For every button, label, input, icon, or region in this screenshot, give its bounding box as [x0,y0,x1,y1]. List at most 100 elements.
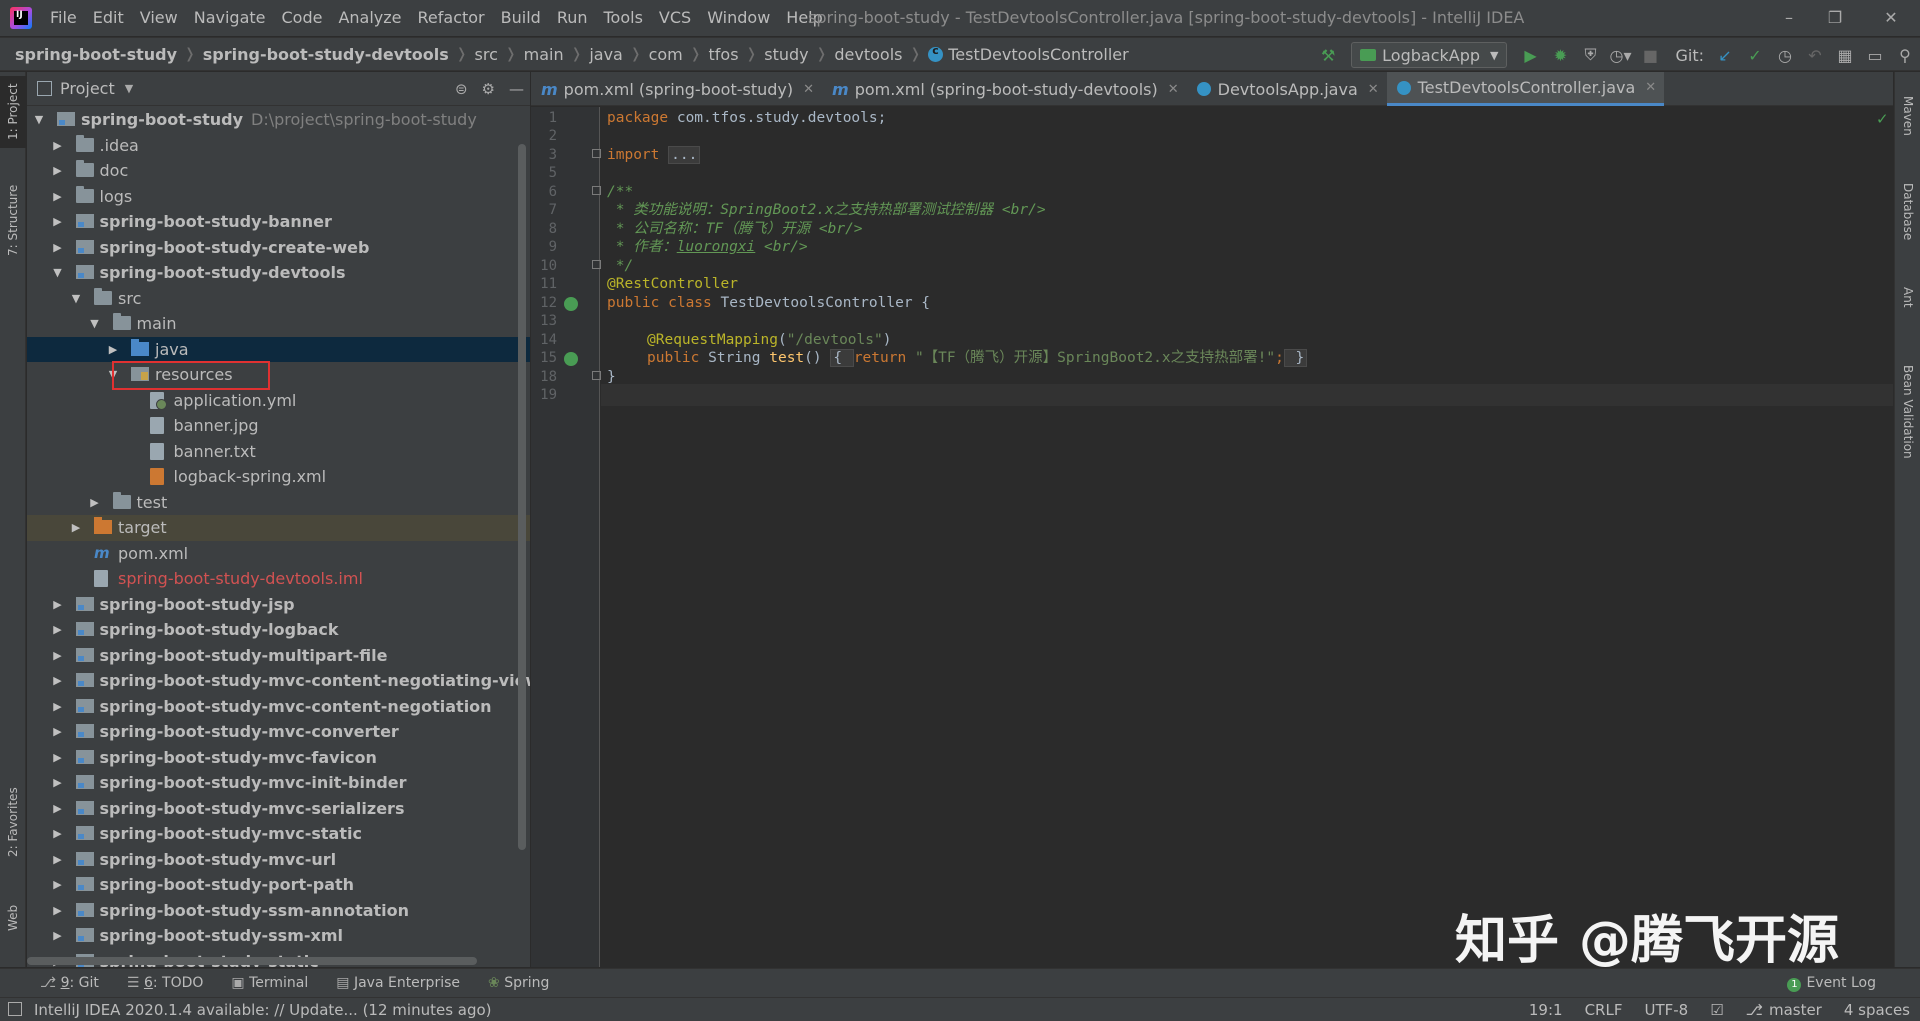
status-message[interactable]: IntelliJ IDEA 2020.1.4 available: // Upd… [34,1001,492,1019]
editor-tab[interactable]: DevtoolsApp.java ✕ [1187,72,1387,106]
tree-node[interactable]: ▼ spring-boot-study D:\project\spring-boot… [27,107,530,133]
breadcrumb-item[interactable]: src [470,45,503,64]
tree-node[interactable]: ▶ spring-boot-study-mvc-content-negotiati… [27,668,530,694]
stop-icon[interactable]: ■ [1635,40,1665,70]
run-icon[interactable]: ▶ [1515,40,1545,70]
tool-tab-structure[interactable]: 7: Structure [0,180,26,260]
tree-node[interactable]: ▶ spring-boot-study-create-web [27,235,530,261]
tree-node[interactable]: ▶ test [27,490,530,516]
collapse-arrow-icon[interactable]: ▶ [52,923,64,949]
git-rollback-icon[interactable]: ↶ [1800,40,1830,70]
tree-node[interactable]: ▶ .idea [27,133,530,159]
tool-tab-ant[interactable]: Ant [1895,272,1920,322]
tree-horizontal-scrollbar[interactable] [27,957,477,965]
project-view-selector[interactable]: Project [60,79,115,98]
tree-node[interactable]: m pom.xml [27,541,530,567]
menu-tools[interactable]: Tools [596,0,651,36]
tree-node[interactable]: ▶ spring-boot-study-mvc-init-binder [27,770,530,796]
expand-arrow-icon[interactable]: ▼ [52,260,64,286]
profile-icon[interactable]: ◷▾ [1605,40,1635,70]
tree-node[interactable]: ▼ spring-boot-study-devtools [27,260,530,286]
collapse-arrow-icon[interactable]: ▶ [52,847,64,873]
collapse-arrow-icon[interactable]: ▶ [52,158,64,184]
breadcrumb-item[interactable]: java [584,45,628,64]
tool-tab-favorites[interactable]: 2: Favorites [0,782,26,862]
collapse-arrow-icon[interactable]: ▶ [52,209,64,235]
tree-node[interactable]: spring-boot-study-devtools.iml [27,566,530,592]
panel-toggle-icon[interactable] [8,1002,22,1016]
indent-setting[interactable]: 4 spaces [1844,1001,1910,1019]
tree-node[interactable]: ▼ main [27,311,530,337]
breadcrumb-item[interactable]: spring-boot-study-devtools [198,45,454,64]
breadcrumb-item[interactable]: tfos [704,45,744,64]
close-window-button[interactable]: ✕ [1862,0,1920,36]
tool-tab-database[interactable]: Database [1895,172,1920,252]
menu-vcs[interactable]: VCS [651,0,699,36]
git-commit-icon[interactable]: ✓ [1740,40,1770,70]
tree-node[interactable]: ▶ spring-boot-study-mvc-favicon [27,745,530,771]
search-everywhere-icon[interactable]: ⚲ [1890,40,1920,70]
tree-node[interactable]: ▶ spring-boot-study-jsp [27,592,530,618]
menu-code[interactable]: Code [274,0,331,36]
tree-node[interactable]: ▶ spring-boot-study-mvc-content-negotiati… [27,694,530,720]
line-separator[interactable]: CRLF [1585,1001,1623,1019]
tree-node[interactable]: ▶ spring-boot-study-mvc-url [27,847,530,873]
request-mapping-gutter-icon[interactable] [564,352,578,366]
fold-marker-icon[interactable] [592,149,601,158]
collapse-arrow-icon[interactable]: ▶ [52,719,64,745]
fold-marker-icon[interactable] [592,260,601,269]
gear-icon[interactable]: ⚙ [482,80,495,98]
collapse-arrow-icon[interactable]: ▶ [52,235,64,261]
breadcrumb-item[interactable]: devtools [829,45,907,64]
tool-tab-maven[interactable]: Maven [1895,86,1920,146]
collapse-arrow-icon[interactable]: ▶ [52,898,64,924]
tree-node[interactable]: ▶ spring-boot-study-port-path [27,872,530,898]
expand-arrow-icon[interactable]: ▼ [70,286,82,312]
collapse-arrow-icon[interactable]: ▶ [52,133,64,159]
close-tab-icon[interactable]: ✕ [1368,82,1379,97]
tree-node[interactable]: ▶ spring-boot-study-logback [27,617,530,643]
collapse-arrow-icon[interactable]: ▶ [52,592,64,618]
close-tab-icon[interactable]: ✕ [1645,80,1656,95]
menu-window[interactable]: Window [699,0,778,36]
menu-file[interactable]: File [42,0,85,36]
tree-node[interactable]: banner.jpg [27,413,530,439]
menu-edit[interactable]: Edit [85,0,132,36]
fold-marker-icon[interactable] [592,186,601,195]
tree-node[interactable]: ▼ resources [27,362,530,388]
tree-node[interactable]: banner.txt [27,439,530,465]
breadcrumb-item[interactable]: TestDevtoolsController [923,44,1133,64]
tool-tab-bean-validation[interactable]: Bean Validation [1895,352,1920,472]
menu-run[interactable]: Run [549,0,596,36]
folded-imports[interactable]: ... [668,146,701,164]
file-encoding[interactable]: UTF-8 [1644,1001,1688,1019]
collapse-arrow-icon[interactable]: ▶ [52,872,64,898]
bottom-tool-4[interactable]: ❀ Spring [488,975,549,991]
tree-node[interactable]: ▶ spring-boot-study-multipart-file [27,643,530,669]
breadcrumb-item[interactable]: spring-boot-study [10,45,182,64]
fold-marker-icon[interactable] [592,371,601,380]
breadcrumb-item[interactable]: com [644,45,688,64]
tree-node[interactable]: ▶ spring-boot-study-ssm-annotation [27,898,530,924]
tree-node[interactable]: ▼ src [27,286,530,312]
menu-view[interactable]: View [132,0,186,36]
inspection-ok-icon[interactable]: ✓ [1876,110,1889,128]
hide-panel-icon[interactable]: — [509,80,524,98]
expand-arrow-icon[interactable]: ▼ [89,311,101,337]
collapse-all-icon[interactable]: ⊜ [455,80,468,98]
bottom-tool-0[interactable]: ⎇ 9: Git [40,975,99,991]
collapse-arrow-icon[interactable]: ▶ [52,745,64,771]
run-config-dropdown[interactable]: LogbackApp ▼ [1351,42,1508,68]
tree-node[interactable]: ▶ logs [27,184,530,210]
tree-vertical-scrollbar[interactable] [518,144,526,850]
menu-refactor[interactable]: Refactor [410,0,493,36]
collapse-arrow-icon[interactable]: ▶ [52,796,64,822]
restore-button[interactable]: ❐ [1806,0,1864,36]
chevron-down-icon[interactable]: ▼ [125,82,133,95]
bottom-tool-2[interactable]: ▣ Terminal [231,975,308,991]
project-structure-icon[interactable]: ▦ [1830,40,1860,70]
code-editor[interactable]: package com.tfos.study.devtools; import … [601,107,1893,967]
collapse-arrow-icon[interactable]: ▶ [52,821,64,847]
editor-tab[interactable]: TestDevtoolsController.java ✕ [1386,72,1665,106]
editor-tab[interactable]: m pom.xml (spring-boot-study-devtools) ✕ [822,72,1187,106]
